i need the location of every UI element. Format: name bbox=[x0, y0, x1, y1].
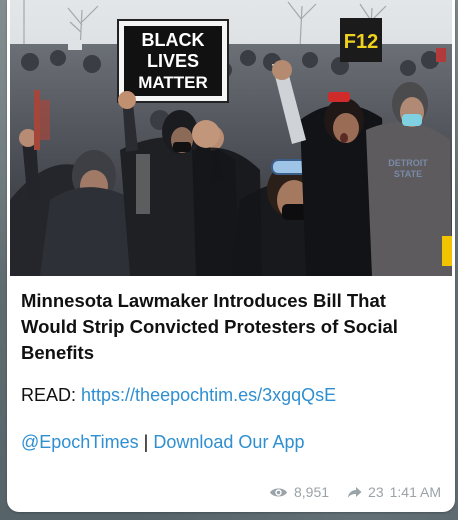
sign-line-2: LIVES bbox=[147, 51, 199, 71]
protest-photo[interactable]: BLACK LIVES MATTER F12 DETROIT STATE bbox=[10, 0, 452, 276]
protest-photo-illustration: BLACK LIVES MATTER F12 DETROIT STATE bbox=[10, 0, 452, 276]
separator: | bbox=[143, 432, 149, 452]
message-text: Minnesota Lawmaker Introduces Bill That … bbox=[21, 288, 441, 454]
message-meta: 8,951 23 1:41 AM bbox=[269, 484, 441, 500]
sign-line-1: BLACK bbox=[142, 30, 205, 50]
eye-icon bbox=[269, 486, 288, 499]
forward-count: 23 bbox=[368, 484, 384, 500]
read-line: READ: https://theepochtim.es/3xgqQsE bbox=[21, 383, 441, 407]
read-label: READ: bbox=[21, 385, 77, 405]
sign-line-3: MATTER bbox=[138, 73, 208, 92]
f12-sign: F12 bbox=[340, 18, 382, 62]
download-app-link[interactable]: Download Our App bbox=[153, 432, 304, 452]
channel-message-bubble[interactable]: BLACK LIVES MATTER F12 DETROIT STATE Min… bbox=[7, 0, 455, 512]
view-count: 8,951 bbox=[294, 484, 330, 500]
post-headline: Minnesota Lawmaker Introduces Bill That … bbox=[21, 290, 398, 363]
f12-sign-text: F12 bbox=[344, 31, 378, 53]
article-link[interactable]: https://theepochtim.es/3xgqQsE bbox=[81, 385, 336, 405]
sweatshirt-text-2: STATE bbox=[394, 169, 422, 179]
forward-arrow-icon bbox=[347, 486, 362, 499]
promo-line: @EpochTimes | Download Our App bbox=[21, 430, 441, 454]
blm-sign: BLACK LIVES MATTER bbox=[117, 19, 229, 103]
message-time: 1:41 AM bbox=[389, 484, 441, 500]
sweatshirt-text-1: DETROIT bbox=[388, 158, 428, 168]
mention-link[interactable]: @EpochTimes bbox=[21, 432, 139, 452]
